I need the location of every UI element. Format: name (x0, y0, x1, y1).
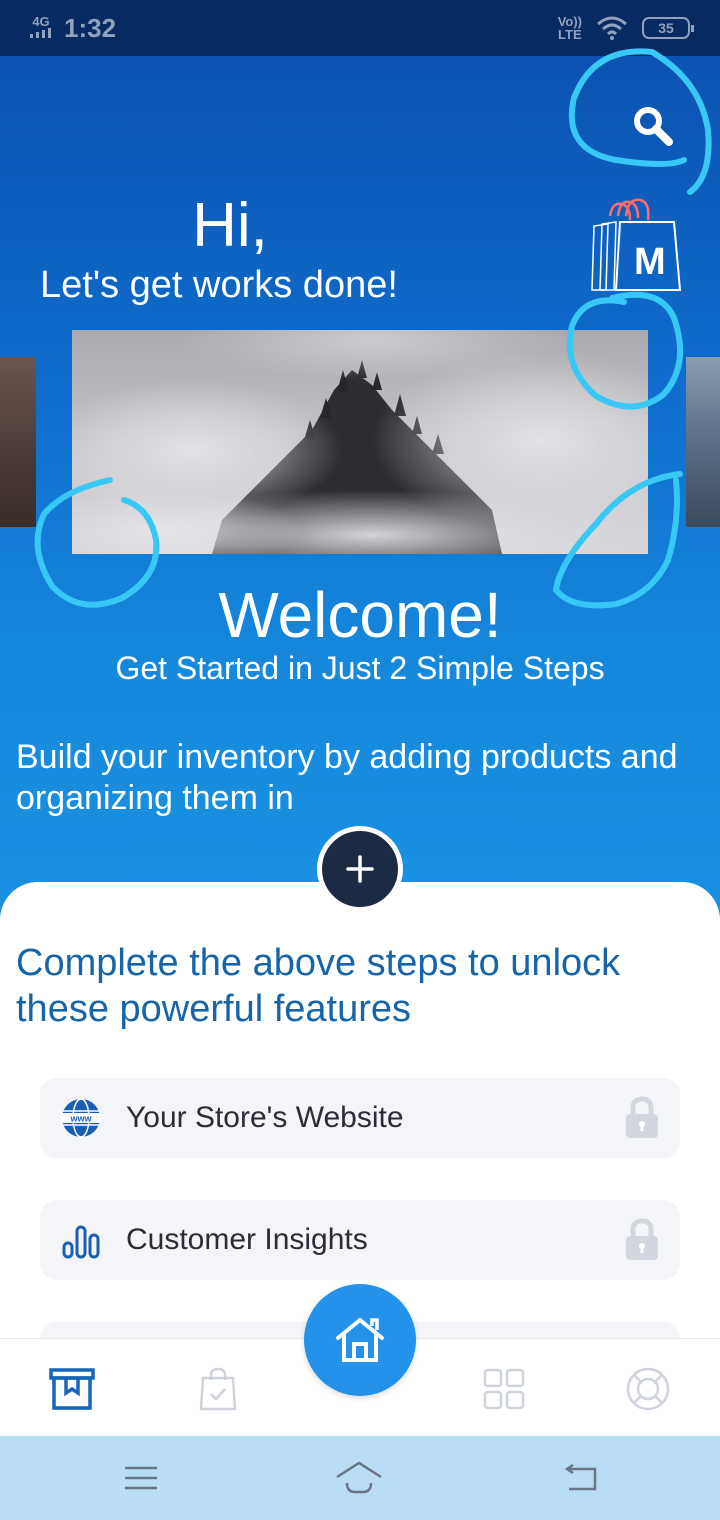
system-menu-button[interactable] (116, 1456, 166, 1500)
volte-indicator: Vo)) LTE (558, 15, 582, 41)
feature-label: Your Store's Website (126, 1101, 404, 1134)
step-description: Build your inventory by adding products … (16, 738, 678, 817)
bar-chart-icon (60, 1219, 102, 1261)
svg-text:www: www (69, 1114, 92, 1124)
www-globe-icon: www (60, 1097, 102, 1139)
battery-icon: 35 (642, 17, 694, 39)
store-switcher-button[interactable]: M (590, 198, 690, 294)
nav-support[interactable] (620, 1361, 676, 1417)
misty-forest-image (72, 330, 648, 554)
features-card-title: Complete the above steps to unlock these… (16, 942, 621, 1030)
welcome-title: Welcome! (218, 579, 502, 651)
system-navigation-bar (0, 1436, 720, 1520)
nav-store[interactable] (44, 1361, 100, 1417)
search-button[interactable] (625, 98, 681, 154)
plus-icon (346, 855, 374, 883)
status-bar: 4G 1:32 Vo)) LTE 35 (0, 0, 720, 56)
store-badge-letter: M (634, 241, 666, 283)
status-left: 4G 1:32 (30, 13, 116, 44)
add-product-button[interactable] (317, 826, 403, 912)
shopping-bag-icon: M (591, 198, 682, 291)
menu-icon (125, 1466, 157, 1490)
search-icon (634, 107, 673, 146)
home-outline-icon (336, 1461, 382, 1494)
home-icon (336, 1318, 384, 1362)
volte-bottom: LTE (558, 27, 582, 42)
orders-bag-icon (199, 1367, 237, 1411)
system-back-button[interactable] (554, 1456, 604, 1500)
support-lifebuoy-icon (626, 1367, 670, 1411)
battery-level: 35 (658, 20, 674, 36)
back-icon (564, 1463, 597, 1491)
status-right: Vo)) LTE 35 (558, 15, 694, 41)
welcome-subtitle: Get Started in Just 2 Simple Steps (115, 650, 605, 686)
banner-image[interactable] (72, 330, 648, 554)
feature-label: Customer Insights (126, 1223, 368, 1256)
carousel-prev-slide[interactable] (0, 357, 36, 527)
wifi-icon (597, 16, 627, 40)
system-home-button[interactable] (334, 1456, 384, 1500)
home-button[interactable] (304, 1284, 416, 1396)
lock-icon (626, 1218, 658, 1260)
greeting-subtitle: Let's get works done! (40, 264, 398, 306)
store-icon (49, 1368, 95, 1410)
carousel-next-slide[interactable] (686, 357, 720, 527)
features-card: Complete the above steps to unlock these… (0, 882, 720, 1352)
signal-icon: 4G (30, 14, 52, 40)
nav-orders[interactable] (190, 1361, 246, 1417)
lock-icon (626, 1096, 658, 1138)
status-time: 1:32 (64, 12, 117, 43)
network-type: 4G (32, 14, 50, 29)
greeting: Hi, (192, 191, 268, 260)
feature-store-website[interactable]: www Your Store's Website (40, 1078, 680, 1158)
nav-catalog[interactable] (476, 1361, 532, 1417)
grid-icon (483, 1368, 525, 1410)
feature-customer-insights[interactable]: Customer Insights (40, 1200, 680, 1280)
